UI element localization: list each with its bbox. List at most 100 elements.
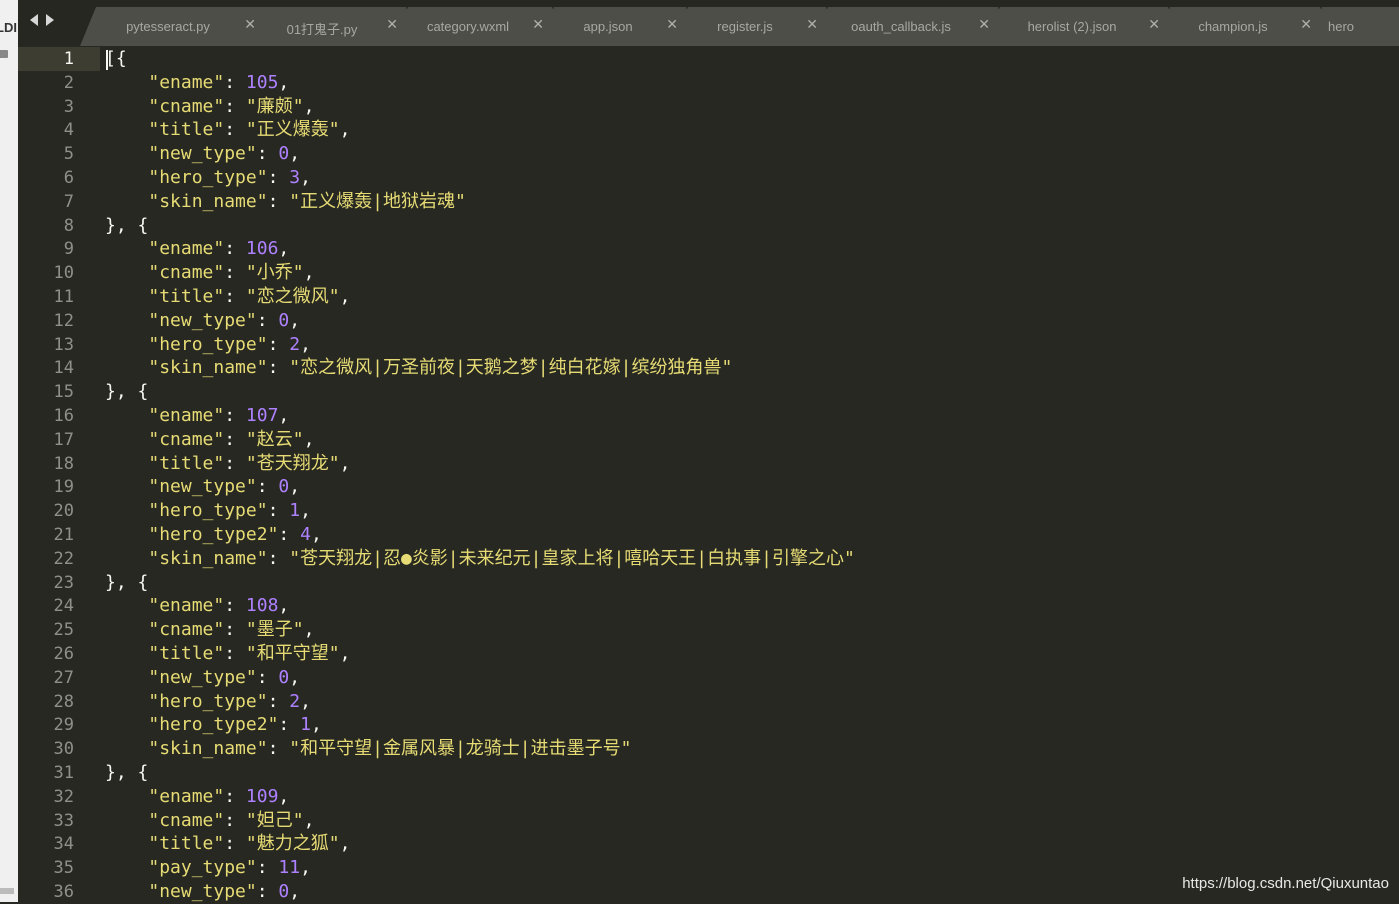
line-number: 36 [53,882,74,902]
tab-label: category.wxml [426,19,510,34]
close-icon[interactable]: ✕ [666,17,678,33]
close-icon[interactable]: ✕ [1300,17,1312,33]
line-number: 17 [53,429,74,450]
tab-label: herolist (2).json [1027,19,1117,34]
line-number: 7 [63,191,74,212]
code-line[interactable]: "hero_type": 1, [105,499,311,523]
code-line[interactable]: "cname": "妲己", [105,809,314,833]
line-number: 4 [63,120,74,141]
line-number: 20 [53,501,74,522]
line-number: 34 [53,834,74,855]
close-icon[interactable]: ✕ [532,17,544,33]
code-line[interactable]: "ename": 108, [105,594,289,618]
line-number: 12 [53,310,74,331]
code-line[interactable]: "cname": "赵云", [105,428,314,452]
line-number: 19 [53,477,74,498]
line-number: 15 [53,382,74,403]
code-line[interactable]: "ename": 109, [105,785,289,809]
folder-icon[interactable] [0,50,8,58]
code-line[interactable]: "new_type": 0, [105,142,300,166]
line-number: 5 [63,144,74,165]
code-line[interactable]: "title": "正义爆轰", [105,118,350,142]
tab-label: app.json [583,19,633,34]
close-icon[interactable]: ✕ [978,17,990,33]
line-number: 35 [53,858,74,879]
code-line[interactable]: "hero_type2": 4, [105,523,321,547]
line-number: 13 [53,334,74,355]
tab-label: champion.js [1198,19,1268,34]
line-number: 25 [53,620,74,641]
line-number: 27 [53,667,74,688]
line-number: 2 [63,72,74,93]
line-number: 11 [53,287,74,307]
tab-label: hero [1328,19,1355,34]
code-line[interactable]: "title": "恋之微风", [105,285,350,309]
code-line[interactable]: "new_type": 0, [105,309,300,333]
line-number-gutter: 1 2 3 4 5 6 7 8 9 10 11 12 13 14 15 16 17 18 19 20 21 22 23 24 2… [18,46,100,902]
code-line[interactable]: "skin_name": "和平守望|金属风暴|龙骑士|进击墨子号" [105,737,631,761]
line-number: 33 [53,810,74,831]
tab-label: register.js [717,19,773,34]
tab-nav-arrows [30,14,54,26]
code-line[interactable]: "cname": "墨子", [105,618,314,642]
code-line[interactable]: "hero_type2": 1, [105,713,321,737]
code-line[interactable]: "skin_name": "正义爆轰|地狱岩魂" [105,190,465,214]
current-line-highlight [18,47,100,71]
code-line[interactable]: }, { [105,571,148,595]
tab-9[interactable]: hero让我 [1306,7,1399,46]
tab-label: oauth_callback.js [851,19,951,34]
line-number: 16 [53,406,74,426]
code-line[interactable]: "pay_type": 11, [105,856,311,880]
line-number: 31 [53,763,74,783]
line-number: 3 [63,96,74,117]
code-line[interactable]: }, { [105,761,148,785]
code-line[interactable]: "ename": 105, [105,71,289,95]
line-number: 29 [53,715,74,736]
tab-7[interactable]: herolist (2).json ✕ [984,7,1184,46]
line-number: 14 [53,358,74,379]
code-line[interactable]: "skin_name": "恋之微风|万圣前夜|天鹅之梦|纯白花嫁|缤纷独角兽" [105,356,732,380]
side-panel-strip: LDI [0,0,18,902]
code-line[interactable]: "ename": 107, [105,404,289,428]
side-panel-label: LDI [0,20,17,35]
line-number: 21 [53,525,74,545]
code-editor[interactable]: 1 2 3 4 5 6 7 8 9 10 11 12 13 14 15 16 17 18 19 20 21 22 23 24 2… [18,46,1399,902]
tab-6[interactable]: oauth_callback.js ✕ [812,7,1014,46]
line-number: 30 [53,739,74,760]
code-line[interactable]: "new_type": 0, [105,666,300,690]
code-line[interactable]: }, { [105,380,148,404]
code-line[interactable]: }, { [105,214,148,238]
line-number: 8 [63,215,74,236]
line-number: 26 [53,644,74,664]
code-line[interactable]: "ename": 106, [105,237,289,261]
close-icon[interactable]: ✕ [1148,17,1160,33]
code-line[interactable]: "cname": "小乔", [105,261,314,285]
line-number: 28 [53,691,74,712]
code-line[interactable]: "title": "苍天翔龙", [105,452,350,476]
code-line[interactable]: "hero_type": 2, [105,690,311,714]
line-number: 22 [53,548,74,569]
code-line[interactable]: "new_type": 0, [105,475,300,499]
arrow-right-icon[interactable] [46,14,54,26]
arrow-left-icon[interactable] [30,14,38,26]
code-line[interactable]: "title": "和平守望", [105,642,350,666]
code-line[interactable]: "new_type": 0, [105,880,300,902]
close-icon[interactable]: ✕ [386,17,398,33]
line-number: 6 [63,168,74,188]
line-number: 9 [63,239,74,260]
code-line[interactable]: "skin_name": "苍天翔龙|忍●炎影|未来纪元|皇家上将|嘻哈天王|白… [105,547,854,571]
line-number: 24 [53,596,74,617]
tab-label: 01打鬼子.py [286,22,358,37]
close-icon[interactable]: ✕ [806,17,818,33]
code-area[interactable]: [{ "ename": 105, "cname": "廉颇", "title":… [105,46,1395,902]
side-scrollbar[interactable] [0,888,14,894]
code-line[interactable]: "hero_type": 2, [105,333,311,357]
watermark: https://blog.csdn.net/Qiuxuntao [1182,875,1389,892]
code-line[interactable]: [{ [105,47,127,71]
line-number: 1 [63,49,74,69]
line-number: 18 [53,453,74,474]
code-line[interactable]: "hero_type": 3, [105,166,311,190]
code-line[interactable]: "cname": "廉颇", [105,95,314,119]
tab-bar: pytesseract.py ✕ 01打鬼子.py ✕ category.wxml ✕ ap… [18,0,1399,46]
code-line[interactable]: "title": "魅力之狐", [105,832,350,856]
